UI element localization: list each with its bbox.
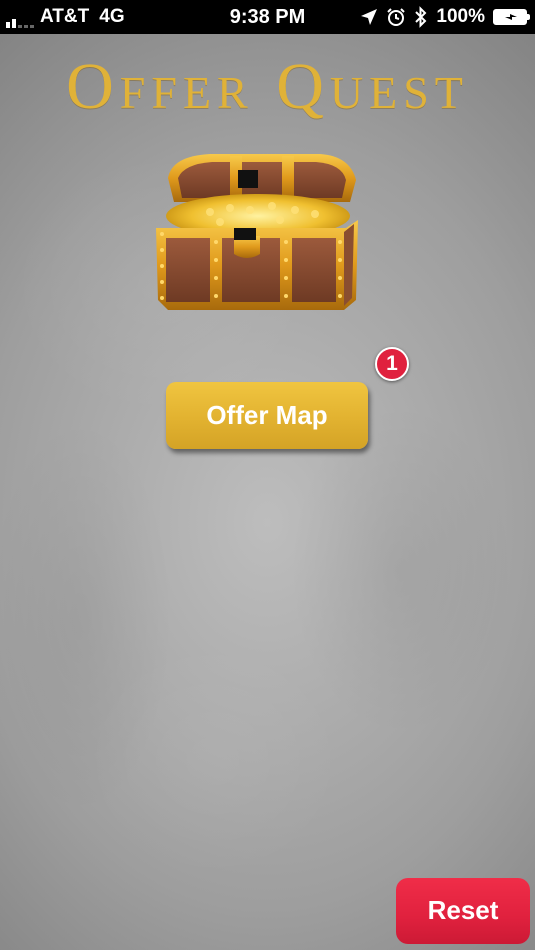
notification-badge: 1: [375, 347, 409, 381]
location-arrow-icon: [361, 9, 378, 25]
background-texture: [0, 0, 535, 950]
status-bar-right: 100%: [360, 5, 530, 29]
reset-button[interactable]: Reset: [396, 878, 530, 944]
offer-map-button[interactable]: Offer Map: [166, 382, 368, 449]
bluetooth-icon: [415, 6, 427, 28]
alarm-clock-icon: [387, 8, 406, 26]
treasure-chest-icon: [156, 154, 358, 310]
battery-percent: 100%: [436, 6, 485, 27]
app-title: Offer Quest: [66, 50, 469, 123]
battery-charging-icon: [493, 9, 530, 25]
app-screen: AT&T 4G 9:38 PM 100% Offer Quest Offer M…: [0, 0, 535, 950]
status-bar: AT&T 4G 9:38 PM 100%: [0, 0, 535, 34]
